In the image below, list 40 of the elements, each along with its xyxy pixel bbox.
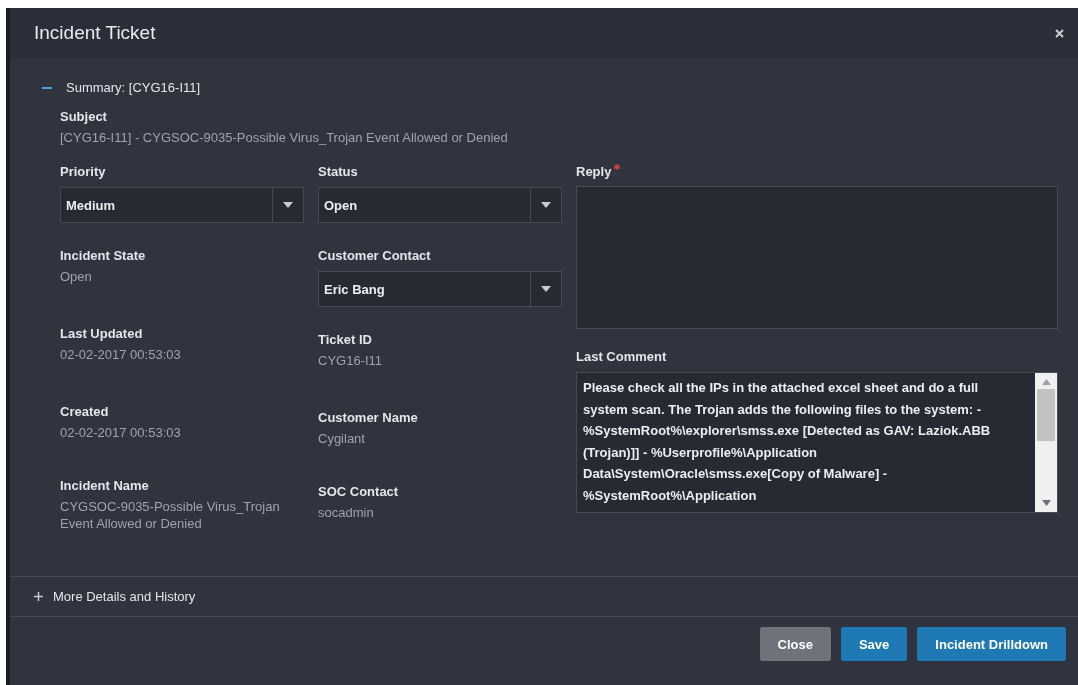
field-value: Open (60, 268, 93, 285)
scrollbar[interactable] (1035, 373, 1057, 512)
field-value: 02-02-2017 00:53:03 (60, 346, 182, 363)
field-value: CYG16-I11 (318, 352, 384, 369)
field-value: [CYG16-I11] - CYGSOC-9035-Possible Virus_Trojan Event Allowed or Denied (60, 129, 509, 146)
dropdown[interactable]: Open (318, 187, 562, 223)
field-label: Last Updated (60, 326, 144, 341)
field-label: Ticket ID (318, 332, 373, 347)
field-label: Customer Contact (318, 248, 432, 263)
dialog-button[interactable]: Close (759, 627, 831, 661)
field-label: Last Comment (576, 349, 668, 364)
caret-icon (541, 202, 551, 208)
field-label: Subject (60, 109, 108, 124)
field-label: Incident State (60, 248, 147, 263)
field-label: Created (60, 404, 110, 419)
field-value: Cygilant (318, 430, 366, 447)
scroll-down-icon[interactable] (1041, 500, 1051, 506)
comment-box[interactable] (576, 372, 1058, 513)
caret-icon (283, 202, 293, 208)
field-label: Customer Name (318, 410, 419, 425)
caret-icon (541, 286, 551, 292)
dialog-button[interactable]: Save (840, 627, 908, 661)
window-title: Incident Ticket (34, 22, 156, 44)
comment-text: Please check all the IPs in the attached excel sheet and do a full system scan. The Trojan adds the following files to the system: - %SystemRoot%\explorer\smss.exe [Detected as GAV: Laziok.ABB (Trojan)]] - %Userprofile%\Application Data\System\Oracle\smss.exe[Copy of Malware] - %SystemRoot%\Application (582, 379, 992, 505)
field-value: 02-02-2017 00:53:03 (60, 424, 182, 441)
dropdown[interactable]: Eric Bang (318, 271, 562, 307)
dropdown[interactable]: Medium (60, 187, 304, 223)
field-label: Status (318, 164, 359, 179)
field-label: SOC Contact (318, 484, 400, 499)
close-icon[interactable] (1055, 28, 1064, 38)
field-label: Reply (576, 164, 612, 179)
section-title[interactable]: Summary: [CYG16-I11] (66, 80, 201, 95)
section-title[interactable]: More Details and History (53, 589, 196, 604)
dialog-button[interactable]: Incident Drilldown (917, 627, 1066, 661)
field-value: socadmin (318, 504, 375, 521)
reply-field[interactable] (576, 186, 1058, 329)
field-label: Priority (60, 164, 107, 179)
field-value: CYGSOC-9035-Possible Virus_Trojan Event Allowed or Denied (60, 498, 281, 532)
field-label: Incident Name (60, 478, 150, 493)
expand-icon[interactable] (34, 592, 43, 601)
